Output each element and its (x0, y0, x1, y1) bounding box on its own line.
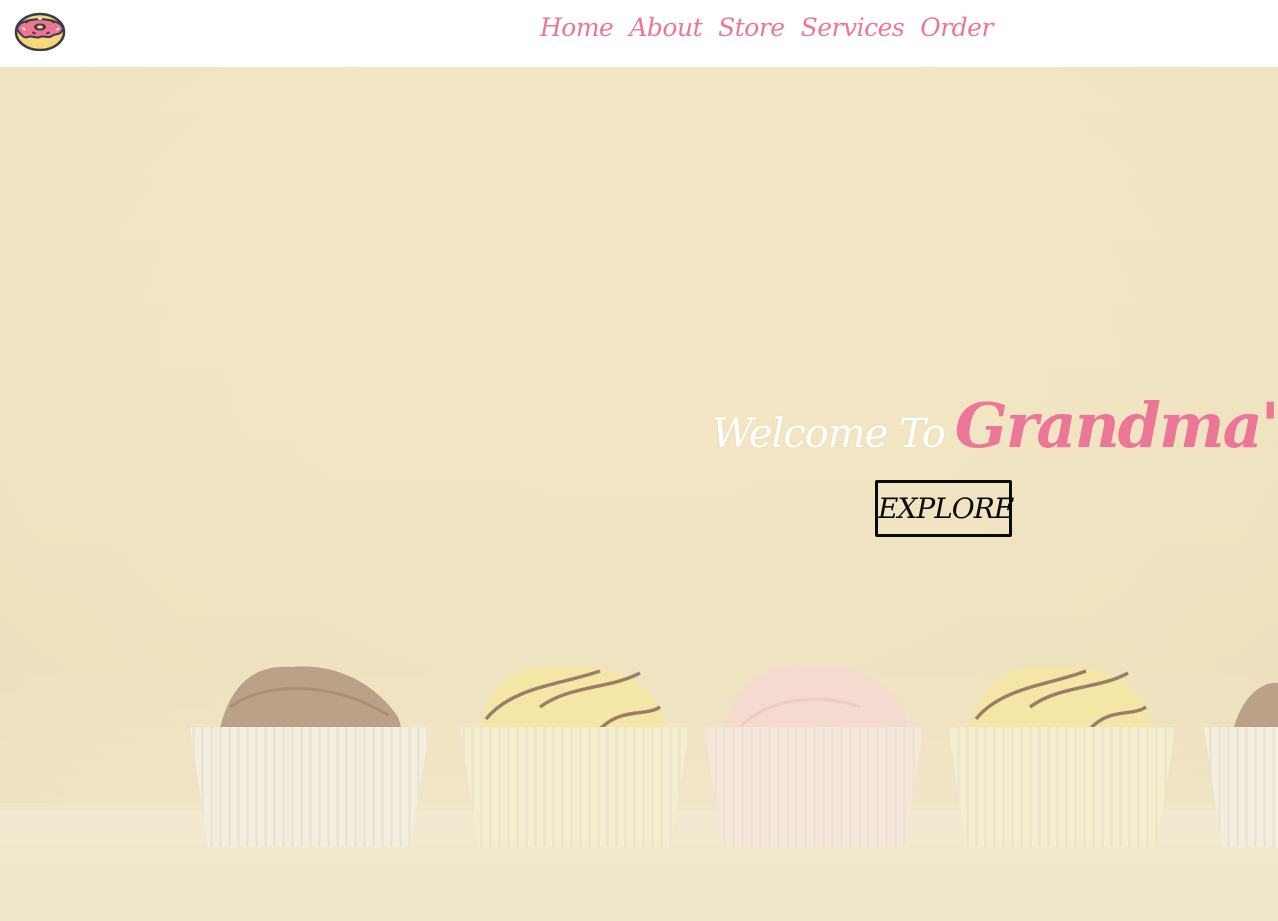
nav-link-home[interactable]: Home (540, 10, 614, 46)
brand-name: Grandma's (954, 389, 1278, 462)
donut-icon[interactable] (14, 9, 66, 51)
main-nav: Home About Store Services Order (540, 10, 993, 46)
hero-headline: Welcome To Grandma's (712, 389, 1278, 462)
welcome-prefix: Welcome To (712, 411, 946, 457)
site-header: Home About Store Services Order (0, 0, 1278, 67)
nav-link-store[interactable]: Store (718, 10, 785, 46)
cupcakes-background-image (0, 67, 1278, 921)
hero-section: Welcome To Grandma's EXPLORE (0, 67, 1278, 921)
explore-button[interactable]: EXPLORE (875, 480, 1014, 537)
landing-page: Home About Store Services Order Welcome … (0, 0, 1278, 921)
nav-link-services[interactable]: Services (801, 10, 905, 46)
nav-link-about[interactable]: About (629, 10, 702, 46)
nav-link-order[interactable]: Order (920, 10, 993, 46)
